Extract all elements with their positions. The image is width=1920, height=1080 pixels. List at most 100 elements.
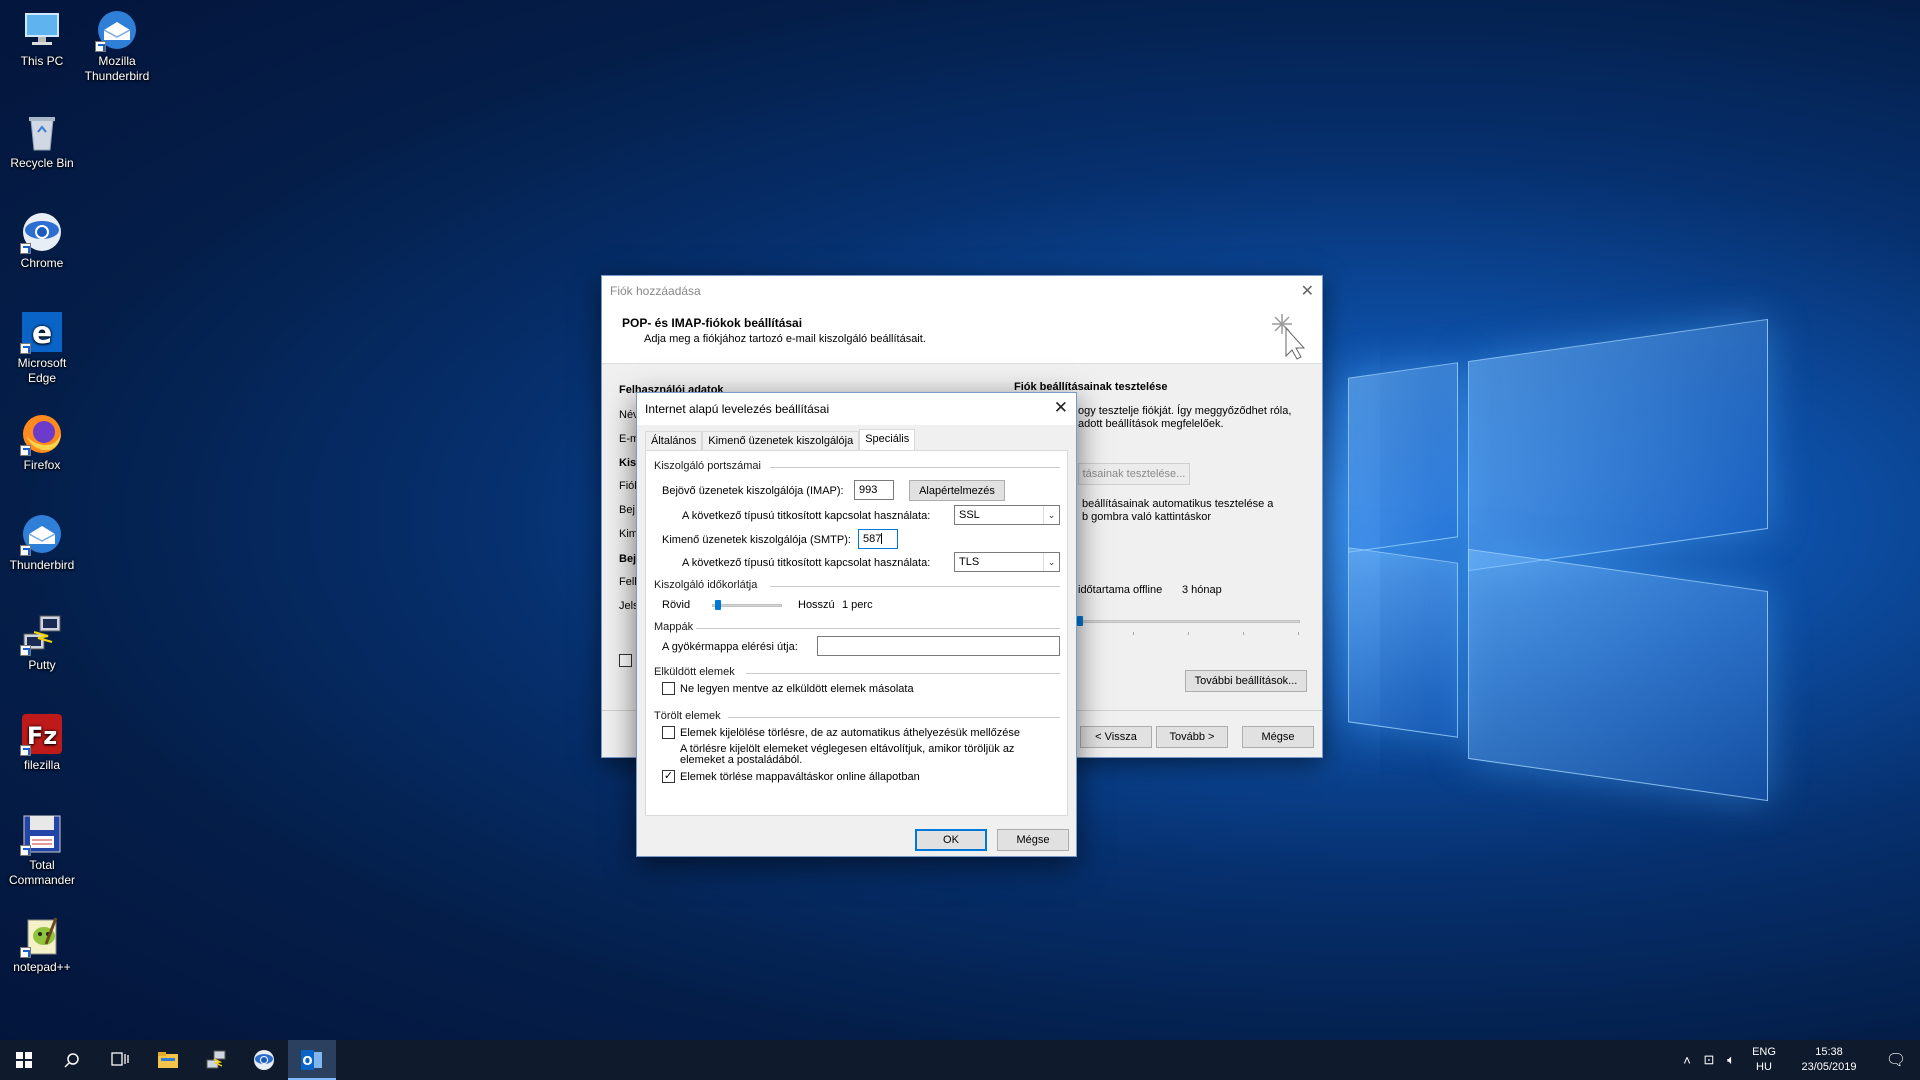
default-ports-button[interactable]: Alapértelmezés <box>909 480 1005 501</box>
chevron-up-icon[interactable]: ˄ <box>1676 1053 1698 1068</box>
dont-save-sent-checkbox[interactable] <box>662 682 675 695</box>
more-settings-button[interactable]: További beállítások... <box>1185 670 1307 692</box>
desktop-icon-microsoft-edge[interactable]: e Microsoft Edge <box>0 310 84 386</box>
language-code: ENG <box>1752 1046 1776 1058</box>
thunderbird-icon <box>95 8 139 52</box>
slider-tick <box>1298 632 1299 635</box>
timeout-slider-track[interactable] <box>712 604 782 607</box>
imap-port-input[interactable]: 993 <box>854 480 894 500</box>
mark-for-deletion-note-2: elemeket a postaládából. <box>680 754 803 766</box>
task-view-button[interactable] <box>96 1040 144 1080</box>
desktop-icon-label: Chrome <box>20 256 64 270</box>
tab-general[interactable]: Általános <box>645 431 703 451</box>
offline-slider-track[interactable] <box>1078 620 1300 623</box>
internet-mail-settings-dialog: Internet alapú levelezés beállításai ✕ Á… <box>636 392 1077 857</box>
chevron-down-icon: ⌄ <box>1043 506 1059 524</box>
close-icon[interactable]: ✕ <box>1301 281 1314 301</box>
tab-advanced[interactable]: Speciális <box>859 429 916 451</box>
smtp-port-label: Kimenő üzenetek kiszolgálója (SMTP): <box>662 534 851 546</box>
timeout-group-label: Kiszolgáló időkorlátja <box>654 579 758 591</box>
ports-group-label: Kiszolgáló portszámai <box>654 460 761 472</box>
root-folder-input[interactable] <box>817 636 1060 656</box>
desktop-icon-this-pc[interactable]: This PC <box>0 8 84 69</box>
cancel-button[interactable]: Mégse <box>997 829 1069 851</box>
login-heading-fragment: Bej <box>619 553 637 565</box>
offline-duration-value: 3 hónap <box>1182 584 1222 596</box>
edge-icon: e <box>20 310 64 354</box>
clock-date: 23/05/2019 <box>1801 1061 1857 1073</box>
ok-button[interactable]: OK <box>915 829 987 851</box>
desktop-icon-recycle-bin[interactable]: Recycle Bin <box>0 110 84 171</box>
desktop-icon-label: Putty <box>28 658 56 672</box>
dialog-title: Internet alapú levelezés beállításai <box>645 402 830 416</box>
outlook-icon: O <box>301 1050 322 1070</box>
group-divider <box>746 673 1060 674</box>
desktop-icon-notepad-plus-plus[interactable]: notepad++ <box>0 914 84 975</box>
computer-icon <box>20 8 64 52</box>
imap-encryption-select[interactable]: SSL ⌄ <box>954 505 1060 525</box>
desktop-icon-thunderbird[interactable]: Thunderbird <box>0 512 84 573</box>
network-app-button[interactable] <box>192 1040 240 1080</box>
test-settings-button[interactable]: tásainak tesztelése... <box>1078 463 1190 485</box>
desktop-icon-putty[interactable]: Putty <box>0 612 84 673</box>
smtp-port-value: 587 <box>863 533 882 545</box>
timeout-short-label: Rövid <box>662 599 691 611</box>
root-folder-label: A gyökérmappa elérési útja: <box>662 641 798 653</box>
header-title: POP- és IMAP-fiókok beállításai <box>622 316 803 330</box>
file-explorer-button[interactable] <box>144 1040 192 1080</box>
taskbar: O ˄ ⊡ 🔈︎ ENG HU 15:38 23/05/2019 🗨︎ <box>0 1040 1920 1080</box>
task-view-icon <box>111 1052 129 1066</box>
windows-logo-wallpaper <box>1348 318 1768 802</box>
chrome-icon <box>254 1050 274 1070</box>
slider-tick <box>1188 632 1189 635</box>
network-icon[interactable]: ⊡ <box>1698 1052 1720 1068</box>
firefox-icon <box>20 412 64 456</box>
tab-outgoing-server[interactable]: Kimenő üzenetek kiszolgálója <box>702 431 860 451</box>
remember-checkbox[interactable] <box>619 654 632 667</box>
auto-test-text-2: b gombra való kattintáskor <box>1082 511 1212 523</box>
auto-test-text-1: beállításainak automatikus tesztelése a <box>1082 498 1274 510</box>
timeout-long-label: Hosszú <box>798 599 835 611</box>
desktop-icon-filezilla[interactable]: Fz filezilla <box>0 712 84 773</box>
purge-on-switch-checkbox[interactable]: ✓ <box>662 770 675 783</box>
desktop-icon-total-commander[interactable]: Total Commander <box>0 812 84 888</box>
svg-text:e: e <box>32 316 52 351</box>
dialog-titlebar: Internet alapú levelezés beállításai ✕ <box>637 393 1076 425</box>
timeout-value: 1 perc <box>842 599 873 611</box>
chevron-down-icon: ⌄ <box>1043 553 1059 571</box>
notification-icon[interactable]: 🗨︎ <box>1872 1050 1920 1070</box>
smtp-encryption-select[interactable]: TLS ⌄ <box>954 552 1060 572</box>
search-button[interactable] <box>48 1040 96 1080</box>
timeout-slider-thumb[interactable] <box>714 600 721 610</box>
cancel-button[interactable]: Mégse <box>1242 726 1314 748</box>
input-language[interactable]: ENG HU <box>1742 1045 1786 1075</box>
svg-text:Fz: Fz <box>27 722 57 750</box>
chrome-taskbar-button[interactable] <box>240 1040 288 1080</box>
back-button[interactable]: < Vissza <box>1080 726 1152 748</box>
mark-for-deletion-checkbox[interactable] <box>662 726 675 739</box>
offline-slider-thumb[interactable] <box>1077 616 1083 626</box>
offline-duration-label: időtartama offline <box>1078 584 1163 596</box>
desktop-icon-firefox[interactable]: Firefox <box>0 412 84 473</box>
mark-for-deletion-label: Elemek kijelölése törlésre, de az automa… <box>680 727 1020 739</box>
start-button[interactable] <box>0 1040 48 1080</box>
sent-items-group-label: Elküldött elemek <box>654 666 735 678</box>
filezilla-icon: Fz <box>20 712 64 756</box>
desktop-icon-chrome[interactable]: Chrome <box>0 210 84 271</box>
settings-tabs: Általános Kimenő üzenetek kiszolgálója S… <box>645 429 916 451</box>
svg-text:O: O <box>302 1054 312 1068</box>
dialog-title: Fiók hozzáadása <box>610 284 701 298</box>
group-divider <box>770 467 1060 468</box>
imap-encryption-label: A következő típusú titkosított kapcsolat… <box>682 510 931 522</box>
slider-tick <box>1243 632 1244 635</box>
volume-icon[interactable]: 🔈︎ <box>1720 1052 1742 1068</box>
outlook-taskbar-button[interactable]: O <box>288 1040 336 1080</box>
smtp-encryption-value: TLS <box>959 556 980 568</box>
close-icon[interactable]: ✕ <box>1054 398 1068 418</box>
next-button[interactable]: Tovább > <box>1156 726 1228 748</box>
smtp-port-input[interactable]: 587 <box>858 529 898 549</box>
clock[interactable]: 15:38 23/05/2019 <box>1786 1045 1872 1075</box>
purge-on-switch-label: Elemek törlése mappaváltáskor online áll… <box>680 771 920 783</box>
keyboard-layout: HU <box>1756 1061 1772 1073</box>
desktop-icon-mozilla-thunderbird[interactable]: Mozilla Thunderbird <box>75 8 159 84</box>
